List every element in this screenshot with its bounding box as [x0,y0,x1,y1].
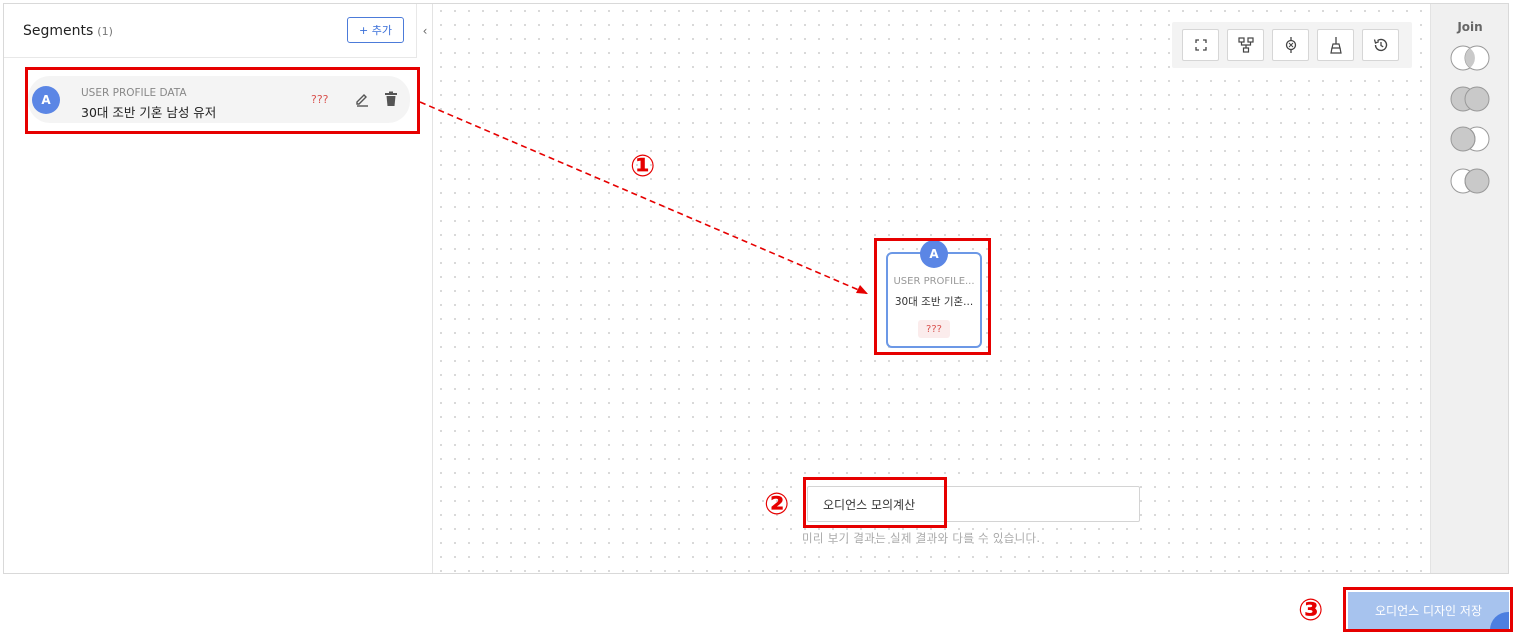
history-icon [1373,38,1387,52]
chevron-left-icon: ‹ [422,24,428,38]
collapse-panel-button[interactable]: ‹ [416,4,433,58]
annotation-box-simulate [803,477,947,528]
step-3-marker: ③ [1298,593,1324,628]
history-button[interactable] [1362,29,1399,61]
join-title: Join [1457,20,1483,34]
center-node-button[interactable] [1272,29,1309,61]
left-join-icon[interactable] [1447,125,1493,153]
center-icon [1285,37,1296,53]
canvas-toolbar [1172,22,1412,68]
fit-screen-button[interactable] [1182,29,1219,61]
annotation-box-segment [25,67,420,134]
annotation-box-save [1343,587,1513,632]
preview-note: 미리 보기 결과는 실제 결과와 다를 수 있습니다. [802,531,1041,545]
right-join-icon[interactable] [1447,167,1493,195]
clean-icon [1329,37,1342,54]
annotation-box-node [874,238,991,355]
intersection-join-icon[interactable] [1447,85,1493,113]
step-2-marker: ② [764,487,790,522]
left-exclude-join-icon[interactable] [1447,44,1493,72]
join-panel: Join [1430,4,1508,573]
segments-header: Segments (1) + 추가 [4,4,416,58]
tree-layout-button[interactable] [1227,29,1264,61]
segments-count: (1) [97,25,113,38]
segments-title: Segments (1) [23,23,113,39]
add-segment-button[interactable]: + 추가 [347,17,404,43]
fit-screen-icon [1194,39,1207,51]
segments-title-label: Segments [23,23,94,39]
step-1-marker: ① [630,149,656,184]
tree-layout-icon [1237,37,1254,53]
clean-canvas-button[interactable] [1317,29,1354,61]
